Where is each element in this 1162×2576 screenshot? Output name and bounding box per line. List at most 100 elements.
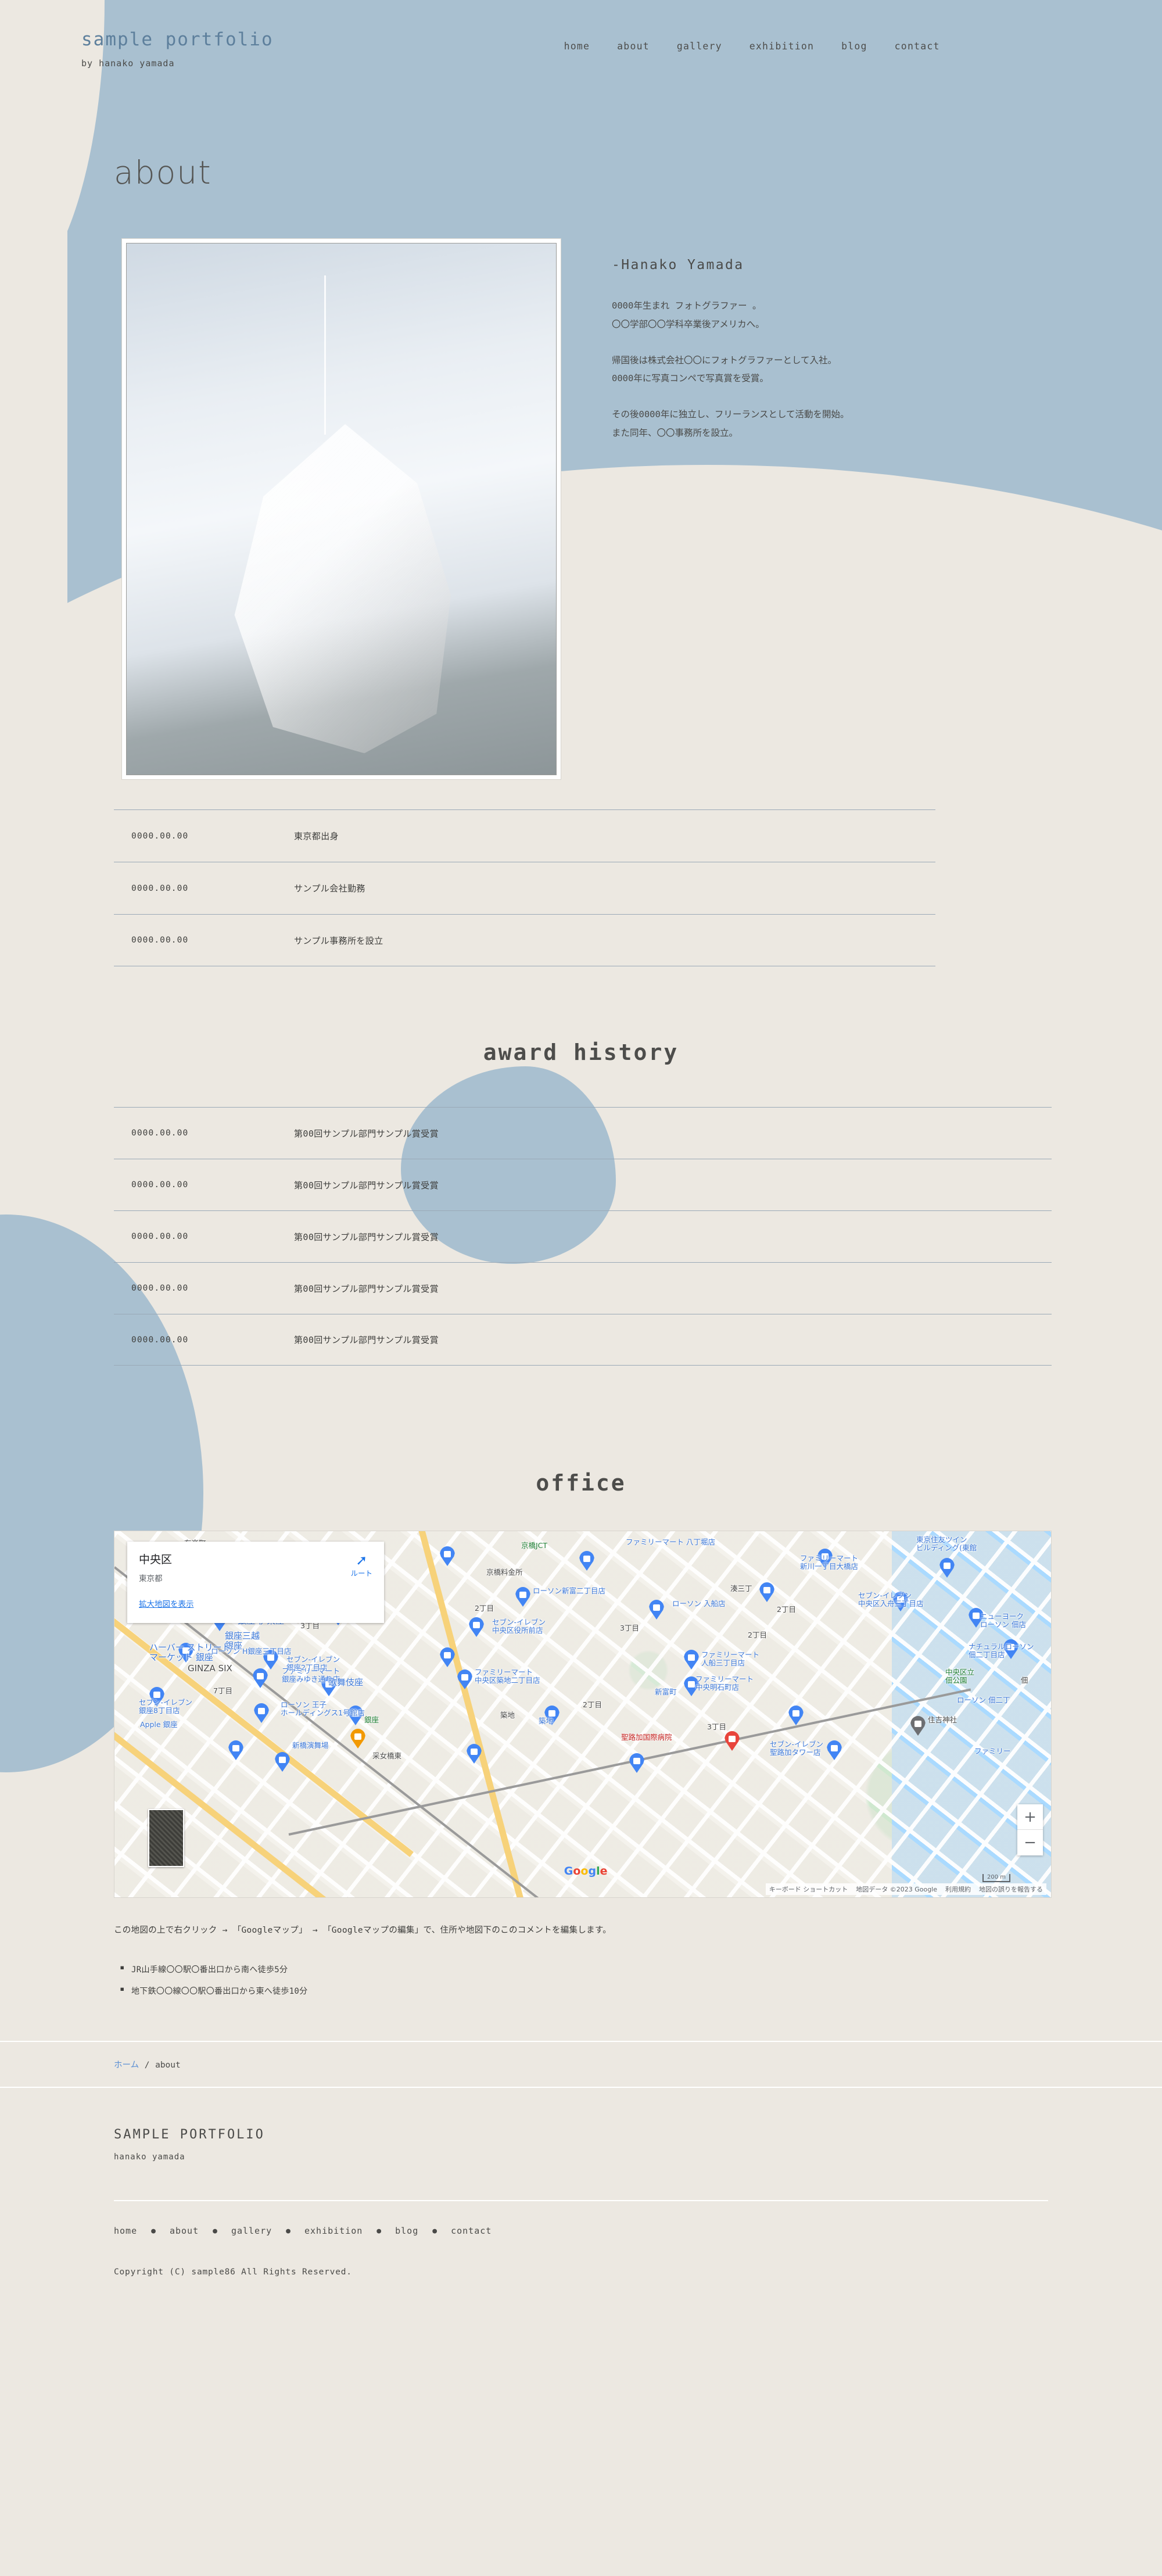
map-place-label: ニューヨーク ローソン 佃店 bbox=[980, 1612, 1026, 1629]
map-place-label: ローソン 王子 ホールディングス1号館店 bbox=[281, 1700, 365, 1718]
google-map[interactable]: 有楽町銀座一丁目京橋JCTファミリーマート 八丁堀店東京住友ツイン ビルディング… bbox=[114, 1531, 1052, 1898]
map-place-label: 2丁目 bbox=[583, 1700, 602, 1709]
map-route-label: ルート bbox=[350, 1569, 372, 1578]
map-scale-bar: 200 m bbox=[982, 1874, 1010, 1882]
history-date: 0000.00.00 bbox=[131, 883, 189, 893]
map-info-title: 中央区 bbox=[139, 1553, 173, 1566]
table-row: 0000.00.00 第00回サンプル部門サンプル賞受賞 bbox=[114, 1262, 1052, 1314]
logo-letter: g bbox=[588, 1865, 597, 1878]
street-view-thumbnail[interactable] bbox=[148, 1809, 184, 1867]
map-place-label: 京橋JCT bbox=[521, 1541, 548, 1550]
map-place-label: 湊三丁 bbox=[730, 1584, 752, 1593]
award-desc: 第00回サンプル部門サンプル賞受賞 bbox=[294, 1128, 439, 1139]
logo-letter: o bbox=[573, 1865, 581, 1878]
map-place-label: 2丁目 bbox=[777, 1605, 796, 1614]
history-date: 0000.00.00 bbox=[131, 936, 189, 945]
access-list: JR山手線〇〇駅〇番出口から南へ徒歩5分 地下鉄〇〇線〇〇駅〇番出口から東へ徒歩… bbox=[120, 1963, 1162, 1997]
zoom-in-button[interactable]: + bbox=[1017, 1804, 1043, 1830]
map-data-credit: 地図データ ©2023 Google bbox=[856, 1886, 937, 1893]
table-row: 0000.00.00 第00回サンプル部門サンプル賞受賞 bbox=[114, 1107, 1052, 1159]
copyright-text: Copyright (C) sample86 All Rights Reserv… bbox=[114, 2267, 352, 2277]
map-place-label: 聖路加国際病院 bbox=[621, 1733, 672, 1742]
nav-item-exhibition[interactable]: exhibition bbox=[749, 41, 814, 52]
bio-block: -Hanako Yamada 0000年生まれ フォトグラファー 。 〇〇学部〇… bbox=[612, 239, 1053, 779]
map-place-label: 築地 bbox=[539, 1717, 554, 1725]
award-desc: 第00回サンプル部門サンプル賞受賞 bbox=[294, 1180, 439, 1191]
table-row: 0000.00.00 東京都出身 bbox=[114, 809, 935, 862]
footer-nav-dot-icon: ● bbox=[432, 2226, 437, 2235]
map-place-label: ファミリーマート 八丁堀店 bbox=[626, 1538, 715, 1546]
office-section-title: office bbox=[536, 1470, 626, 1496]
map-place-label: セブン-イレブン 中央区入舟三丁目店 bbox=[858, 1591, 924, 1608]
map-place-label: 2丁目 bbox=[475, 1604, 494, 1613]
map-expand-link[interactable]: 拡大地図を表示 bbox=[139, 1597, 194, 1609]
terms-link[interactable]: 利用規約 bbox=[945, 1884, 971, 1894]
footer-nav-item-blog[interactable]: blog bbox=[395, 2226, 418, 2236]
map-place-label: ファミリーマート 人船三丁目店 bbox=[701, 1650, 760, 1668]
history-date: 0000.00.00 bbox=[131, 831, 189, 841]
bio-paragraph: その後0000年に独立し、フリーランスとして活動を開始。 また同年、〇〇事務所を… bbox=[612, 409, 849, 438]
footer-brand-subtitle: hanako yamada bbox=[114, 2152, 185, 2162]
report-error-link[interactable]: 地図の誤りを報告する bbox=[979, 1884, 1043, 1894]
map-zoom-controls: + − bbox=[1017, 1804, 1043, 1855]
map-place-label: ローソン 入船店 bbox=[672, 1599, 726, 1608]
map-info-card[interactable]: 中央区 東京都 拡大地図を表示 ➚ ルート bbox=[127, 1542, 384, 1623]
about-section: -Hanako Yamada 0000年生まれ フォトグラファー 。 〇〇学部〇… bbox=[0, 239, 1162, 779]
table-row: 0000.00.00 サンプル事務所を設立 bbox=[114, 914, 935, 966]
breadcrumb: ホーム / about bbox=[0, 2041, 1162, 2088]
award-date: 0000.00.00 bbox=[131, 1232, 189, 1241]
breadcrumb-separator: / bbox=[144, 2061, 150, 2070]
map-place-label: ファミリーマート 新川一丁目大橋店 bbox=[800, 1554, 859, 1571]
award-date: 0000.00.00 bbox=[131, 1180, 189, 1190]
map-place-label: セブン-イレブン 聖路加タワー店 bbox=[770, 1740, 824, 1757]
award-table: 0000.00.00 第00回サンプル部門サンプル賞受賞 0000.00.00 … bbox=[114, 1107, 1052, 1366]
footer-nav-item-gallery[interactable]: gallery bbox=[231, 2226, 272, 2236]
map-info-subtitle: 東京都 bbox=[139, 1574, 163, 1583]
map-attribution: キーボード ショートカット 地図データ ©2023 Google 利用規約 地図… bbox=[765, 1883, 1046, 1895]
map-place-label: 東京住友ツイン ビルディング(東館 bbox=[916, 1535, 977, 1553]
nav-item-home[interactable]: home bbox=[564, 41, 590, 52]
logo-letter: o bbox=[580, 1865, 589, 1878]
award-date: 0000.00.00 bbox=[131, 1128, 189, 1138]
logo-letter: e bbox=[600, 1865, 608, 1878]
map-place-label: 新橋演舞場 bbox=[292, 1741, 329, 1750]
nav-item-about[interactable]: about bbox=[617, 41, 650, 52]
footer-nav-item-contact[interactable]: contact bbox=[451, 2226, 492, 2236]
zoom-out-button[interactable]: − bbox=[1017, 1830, 1043, 1855]
history-desc: 東京都出身 bbox=[294, 831, 339, 841]
award-date: 0000.00.00 bbox=[131, 1335, 189, 1345]
map-place-label: GINZA SIX bbox=[188, 1663, 232, 1674]
footer-brand-title: SAMPLE PORTFOLIO bbox=[114, 2127, 265, 2142]
footer-nav-item-home[interactable]: home bbox=[114, 2226, 137, 2236]
history-table: 0000.00.00 東京都出身 0000.00.00 サンプル会社勤務 000… bbox=[114, 809, 935, 966]
nav-item-contact[interactable]: contact bbox=[895, 41, 940, 52]
footer-divider bbox=[114, 2200, 1048, 2201]
footer-nav-dot-icon: ● bbox=[286, 2226, 290, 2235]
map-place-label: Apple 銀座 bbox=[140, 1720, 178, 1729]
map-edit-note: この地図の上で右クリック → 「Googleマップ」 → 「Googleマップの… bbox=[114, 1926, 612, 1935]
history-desc: サンプル会社勤務 bbox=[294, 883, 365, 894]
brand-subtitle: by hanako yamada bbox=[81, 58, 175, 69]
map-route-button[interactable]: ➚ ルート bbox=[350, 1553, 372, 1578]
map-place-label: 京橋料金所 bbox=[486, 1568, 523, 1577]
map-place-label: ファミリーマート 中央明石町店 bbox=[695, 1675, 754, 1692]
map-place-label: 銀座 bbox=[364, 1715, 379, 1724]
portrait-photo-image bbox=[126, 243, 557, 775]
nav-item-blog[interactable]: blog bbox=[841, 41, 867, 52]
map-place-label: 3丁目 bbox=[300, 1621, 320, 1630]
history-desc: サンプル事務所を設立 bbox=[294, 935, 383, 946]
map-place-label: ローソン 佃二丁 bbox=[957, 1696, 1010, 1704]
keyboard-shortcuts-link[interactable]: キーボード ショートカット bbox=[769, 1884, 848, 1894]
table-row: 0000.00.00 第00回サンプル部門サンプル賞受賞 bbox=[114, 1159, 1052, 1210]
award-date: 0000.00.00 bbox=[131, 1284, 189, 1293]
list-item: 地下鉄〇〇線〇〇駅〇番出口から東へ徒歩10分 bbox=[120, 1984, 1162, 1997]
footer-nav-item-about[interactable]: about bbox=[170, 2226, 199, 2236]
map-place-label: ローソン新富二丁目店 bbox=[533, 1586, 606, 1595]
footer-nav-item-exhibition[interactable]: exhibition bbox=[304, 2226, 363, 2236]
portrait-photo bbox=[122, 239, 561, 779]
bio-paragraph: 0000年生まれ フォトグラファー 。 〇〇学部〇〇学科卒業後アメリカへ。 bbox=[612, 300, 765, 329]
brand[interactable]: sample portfolio by hanako yamada bbox=[81, 29, 274, 69]
nav-item-gallery[interactable]: gallery bbox=[677, 41, 722, 52]
breadcrumb-home-link[interactable]: ホーム bbox=[114, 2061, 139, 2070]
map-place-label: 住吉神社 bbox=[928, 1715, 957, 1724]
